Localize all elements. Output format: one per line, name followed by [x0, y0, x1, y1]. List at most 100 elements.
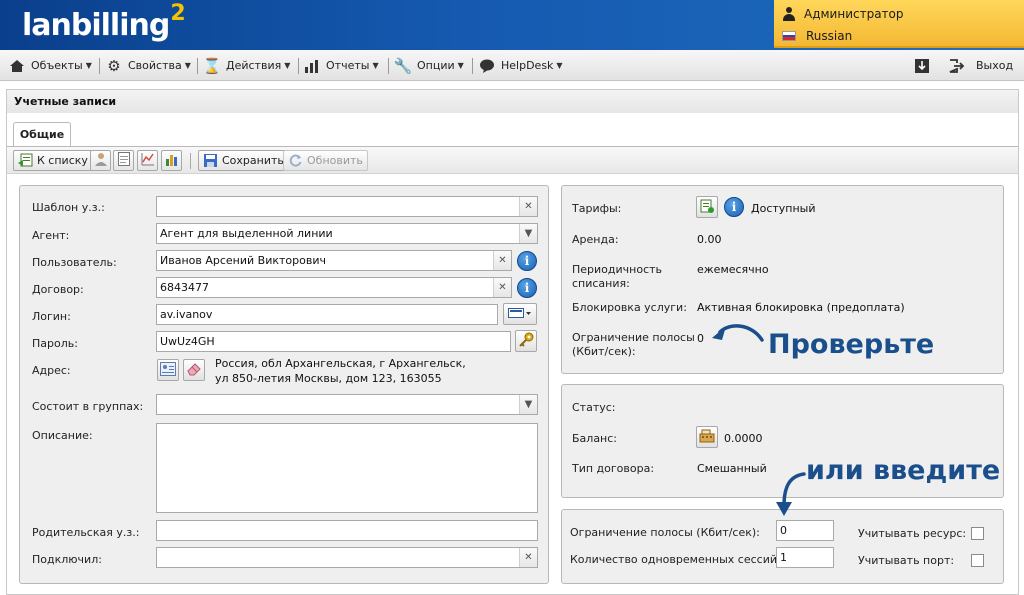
- menu-objects[interactable]: Объекты ▼: [9, 50, 92, 81]
- menu-actions[interactable]: ⌛ Действия ▼: [202, 50, 291, 81]
- toolbar: К списку Сохранить Обновить: [7, 146, 1018, 174]
- bar-chart-color-icon: [165, 152, 179, 169]
- template-label: Шаблон у.з.:: [32, 201, 105, 214]
- info-icon: i: [731, 200, 737, 214]
- tariff-value: Доступный: [751, 202, 816, 215]
- check-annotation: Проверьте: [768, 329, 935, 360]
- contract-field[interactable]: 6843477 ✕: [156, 277, 512, 298]
- login-input[interactable]: av.ivanov: [156, 304, 498, 325]
- menu-reports[interactable]: Отчеты ▼: [304, 50, 379, 81]
- password-input[interactable]: UwUz4GH: [156, 331, 511, 352]
- enter-arrow-icon: [776, 472, 806, 516]
- download-button[interactable]: [914, 50, 936, 81]
- save-button[interactable]: Сохранить: [198, 150, 289, 171]
- address-card-icon: [160, 361, 176, 379]
- tariff-list-icon: [700, 199, 714, 216]
- tariff-info-button[interactable]: i: [724, 197, 744, 217]
- traffic-chart-button[interactable]: [137, 150, 158, 171]
- period-label: Периодичность списания:: [572, 263, 663, 290]
- exit-button[interactable]: Выход: [948, 50, 1013, 81]
- tab-general[interactable]: Общие: [13, 122, 71, 146]
- contract-type-value: Смешанный: [697, 462, 767, 475]
- gear-icon: ⚙: [107, 56, 121, 75]
- agent-select[interactable]: Агент для выделенной линии ▼: [156, 223, 538, 244]
- line-chart-icon: [141, 152, 155, 169]
- keyboard-icon: [508, 307, 532, 322]
- person-icon: [94, 152, 108, 169]
- groups-select[interactable]: ▼: [156, 394, 538, 415]
- language-label: Russian: [806, 29, 853, 43]
- count-resource-checkbox[interactable]: [971, 527, 984, 540]
- user-field[interactable]: Иванов Арсений Викторович ✕: [156, 250, 512, 271]
- refresh-button[interactable]: Обновить: [283, 150, 368, 171]
- menu-options[interactable]: 🔧 Опции ▼: [393, 50, 464, 81]
- agent-label: Агент:: [32, 229, 70, 242]
- back-to-list-button[interactable]: К списку: [13, 150, 93, 171]
- clear-icon[interactable]: ✕: [493, 251, 511, 270]
- eraser-icon: [186, 362, 202, 379]
- rent-value: 0.00: [697, 233, 722, 246]
- user-info-button[interactable]: i: [517, 251, 537, 271]
- document-icon: [117, 152, 130, 169]
- generate-password-button[interactable]: [515, 330, 537, 352]
- logout-icon: [948, 58, 964, 74]
- block-label: Блокировка услуги:: [572, 301, 687, 314]
- menu-helpdesk[interactable]: HelpDesk ▼: [479, 50, 563, 81]
- sessions-label: Количество одновременных сессий:: [570, 553, 781, 566]
- user-card-button[interactable]: [90, 150, 111, 171]
- template-field[interactable]: ✕: [156, 196, 538, 217]
- rent-label: Аренда:: [572, 233, 619, 246]
- sessions-input[interactable]: 1: [776, 547, 834, 568]
- bandwidth-limit-input[interactable]: 0: [776, 520, 834, 541]
- description-textarea[interactable]: [156, 423, 538, 513]
- tariffs-label: Тарифы:: [572, 202, 622, 215]
- description-label: Описание:: [32, 429, 93, 442]
- panel-title: Учетные записи: [6, 89, 1019, 113]
- parent-account-field[interactable]: [156, 520, 538, 541]
- refresh-icon: [288, 153, 303, 168]
- address-label: Адрес:: [32, 364, 71, 377]
- key-icon: [518, 332, 534, 351]
- contract-info-button[interactable]: i: [517, 278, 537, 298]
- list-back-icon: [18, 153, 33, 168]
- clear-icon[interactable]: ✕: [519, 548, 537, 567]
- connected-by-field[interactable]: ✕: [156, 547, 538, 568]
- chat-bubble-icon: [479, 58, 495, 74]
- check-arrow-icon: [712, 324, 764, 342]
- document-button[interactable]: [113, 150, 134, 171]
- balance-label: Баланс:: [572, 432, 618, 445]
- address-edit-button[interactable]: [157, 359, 179, 381]
- hourglass-icon: ⌛: [202, 56, 222, 75]
- tariffs-edit-button[interactable]: [696, 196, 718, 218]
- user-name: Администратор: [804, 7, 904, 21]
- status-label: Статус:: [572, 401, 616, 414]
- language-selector[interactable]: Russian: [782, 27, 852, 45]
- address-clear-button[interactable]: [183, 359, 205, 381]
- payment-button[interactable]: [696, 426, 718, 448]
- count-resource-label: Учитывать ресурс:: [858, 527, 967, 540]
- contract-label: Договор:: [32, 283, 84, 296]
- tariff-bandwidth-label: Ограничение полосы (Кбит/сек):: [572, 331, 695, 358]
- logo: lanbilling2: [22, 1, 186, 43]
- info-icon: i: [524, 254, 530, 268]
- bandwidth-limit-label: Ограничение полосы (Кбит/сек):: [570, 526, 760, 539]
- cash-register-icon: [699, 429, 715, 446]
- parent-account-label: Родительская у.з.:: [32, 526, 140, 539]
- menu-properties[interactable]: ⚙ Свойства ▼: [106, 50, 191, 81]
- statistics-button[interactable]: [161, 150, 182, 171]
- main-menu: Объекты ▼ ⚙ Свойства ▼ ⌛ Действия ▼ Отчеты ▼…: [0, 50, 1024, 81]
- chevron-down-icon[interactable]: ▼: [519, 395, 537, 414]
- clear-icon[interactable]: ✕: [493, 278, 511, 297]
- info-icon: i: [524, 281, 530, 295]
- clear-icon[interactable]: ✕: [519, 197, 537, 216]
- user-menu[interactable]: Администратор: [782, 5, 904, 23]
- chevron-down-icon[interactable]: ▼: [519, 224, 537, 243]
- download-icon: [914, 58, 930, 74]
- count-port-checkbox[interactable]: [971, 554, 984, 567]
- save-icon: [203, 153, 218, 168]
- groups-label: Состоит в группах:: [32, 400, 144, 413]
- user-label: Пользователь:: [32, 256, 117, 269]
- login-options-button[interactable]: [503, 303, 537, 325]
- app-header: lanbilling2 Администратор Russian: [0, 0, 1024, 50]
- wrench-icon: 🔧: [393, 56, 413, 75]
